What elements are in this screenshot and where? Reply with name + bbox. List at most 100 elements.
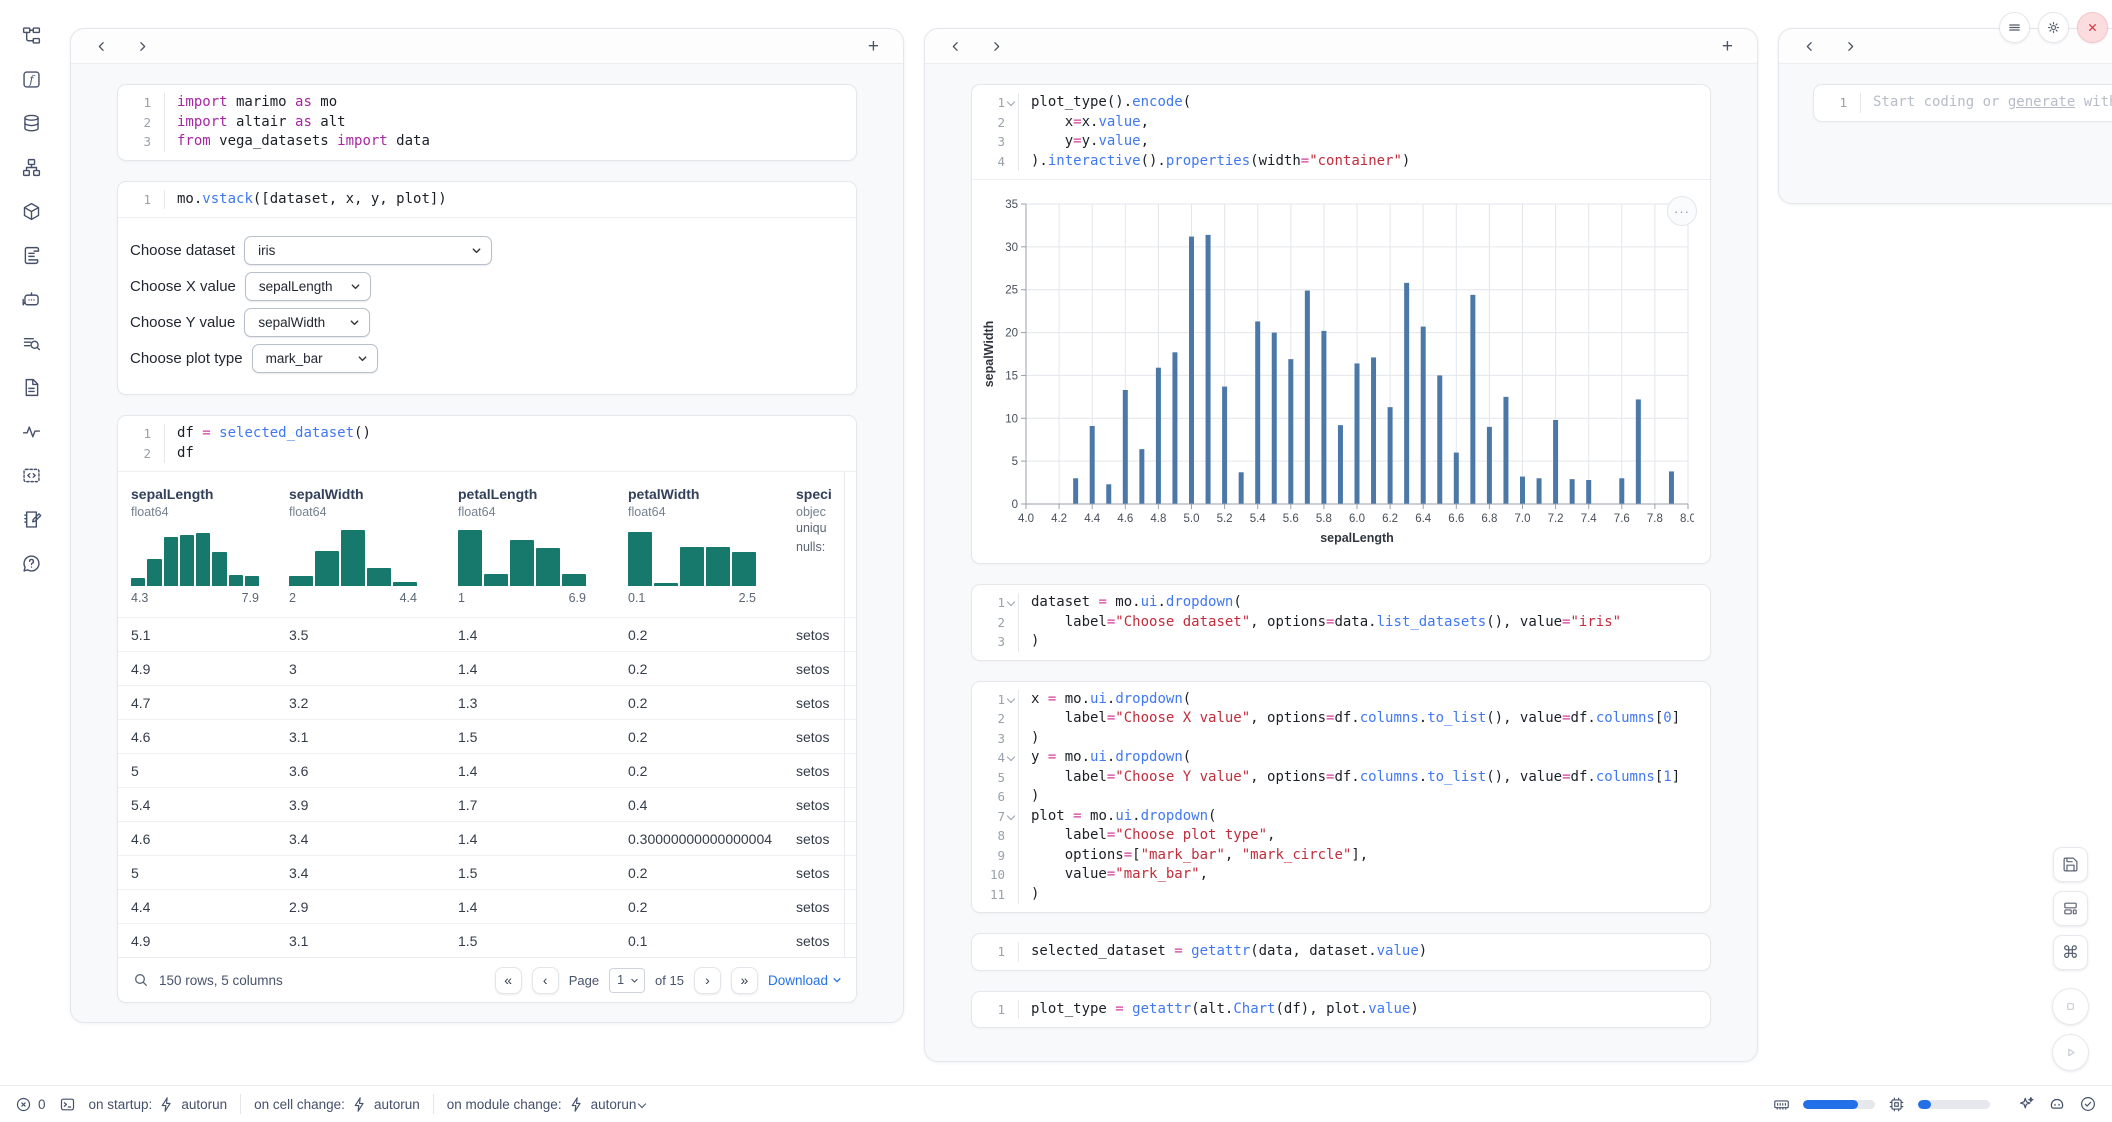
column-scroll-left-button[interactable] <box>1803 40 1816 53</box>
chevron-down-icon <box>832 975 842 985</box>
plot-type-widget-row: Choose plot type mark_bar <box>130 344 844 372</box>
on-cell-change-config[interactable]: on cell change: autorun <box>254 1096 420 1113</box>
ai-assistant-button[interactable] <box>2017 1095 2035 1113</box>
table-cell: 3.6 <box>289 763 458 779</box>
y-value-label: Choose Y value <box>130 314 235 331</box>
code-line: 3) <box>972 729 1710 749</box>
plot-code-editor[interactable]: 1plot_type().encode(2 x=x.value,3 y=y.va… <box>972 85 1710 179</box>
generate-link[interactable]: generate <box>2008 94 2075 110</box>
copilot-button[interactable] <box>2048 1095 2066 1113</box>
svg-text:15: 15 <box>1005 370 1018 382</box>
command-palette-button[interactable]: ⌘ <box>2053 935 2088 970</box>
column-scroll-right-button[interactable] <box>136 40 149 53</box>
floating-actions: ⌘ <box>2052 847 2089 1071</box>
sidebar-item-file-explorer[interactable] <box>18 22 45 49</box>
settings-button[interactable] <box>2038 12 2069 43</box>
fold-chevron-icon[interactable] <box>1005 593 1018 613</box>
sidebar-item-logs[interactable] <box>18 330 45 357</box>
first-page-button[interactable]: « <box>495 967 522 994</box>
empty-code-editor[interactable]: 1 Start coding or generate with <box>1814 85 2112 121</box>
vstack-code-editor[interactable]: 1mo.vstack([dataset, x, y, plot]) <box>118 182 856 218</box>
dependency-graph-icon <box>21 157 42 178</box>
cell-plot-type: 1plot_type = getattr(alt.Chart(df), plot… <box>971 991 1711 1029</box>
column-scroll-right-button[interactable] <box>990 40 1003 53</box>
sidebar-item-packages[interactable] <box>18 198 45 225</box>
code-line: 11) <box>972 885 1710 905</box>
controls-code-editor[interactable]: 1x = mo.ui.dropdown(2 label="Choose X va… <box>972 682 1710 913</box>
code-line: 1 Start coding or generate with <box>1814 93 2112 113</box>
sidebar-item-datasources[interactable] <box>18 110 45 137</box>
sidebar-item-help[interactable] <box>18 550 45 577</box>
sidebar-item-tracing[interactable] <box>18 418 45 445</box>
table-cell: 4.9 <box>131 933 289 949</box>
svg-text:5.8: 5.8 <box>1316 513 1332 525</box>
save-button[interactable] <box>2053 847 2088 882</box>
svg-text:5.6: 5.6 <box>1283 513 1299 525</box>
terminal-button[interactable] <box>59 1096 76 1113</box>
table-cell: 5 <box>131 865 289 881</box>
sidebar-item-scratchpad[interactable] <box>18 506 45 533</box>
table-cell: setos <box>796 797 856 813</box>
column-header-speci[interactable]: speciobjecuniqunulls: <box>796 486 856 605</box>
on-startup-config[interactable]: on startup: autorun <box>89 1096 228 1113</box>
add-cell-button[interactable]: + <box>1722 37 1733 56</box>
sparkles-icon <box>2017 1095 2035 1113</box>
page-select[interactable]: 1 <box>609 968 645 993</box>
column-header-petalWidth[interactable]: petalWidthfloat640.12.5 <box>628 486 796 605</box>
chart-actions-button[interactable]: ··· <box>1667 196 1697 226</box>
on-module-change-config[interactable]: on module change: autorun <box>447 1096 646 1113</box>
download-button[interactable]: Download <box>768 973 842 988</box>
df-code-editor[interactable]: 1df = selected_dataset()2df <box>118 416 856 471</box>
column-scroll-left-button[interactable] <box>95 40 108 53</box>
run-button[interactable] <box>2052 1034 2089 1071</box>
altair-chart[interactable]: 4.04.24.44.64.85.05.25.45.65.86.06.26.46… <box>980 196 1704 551</box>
x-value-select[interactable]: sepalLength <box>245 272 371 301</box>
add-cell-button[interactable]: + <box>868 37 879 56</box>
dataset-select[interactable]: iris <box>244 236 492 265</box>
imports-code-editor[interactable]: 1import marimo as mo2import altair as al… <box>118 85 856 160</box>
last-page-button[interactable]: » <box>731 967 758 994</box>
dataframe-table: sepalLengthfloat644.37.9sepalWidthfloat6… <box>118 471 856 1002</box>
layout-button[interactable] <box>2053 891 2088 926</box>
selected-dataset-code-editor[interactable]: 1selected_dataset = getattr(data, datase… <box>972 934 1710 970</box>
plot-type-select[interactable]: mark_bar <box>252 344 378 373</box>
dataset-code-editor[interactable]: 1dataset = mo.ui.dropdown(2 label="Choos… <box>972 585 1710 660</box>
cell-dataset-dropdown: 1dataset = mo.ui.dropdown(2 label="Choos… <box>971 584 1711 661</box>
sidebar-item-snippets-scroll[interactable] <box>18 242 45 269</box>
column-scroll-left-button[interactable] <box>949 40 962 53</box>
close-column-button[interactable] <box>2077 12 2108 43</box>
fold-chevron-icon[interactable] <box>1005 690 1018 710</box>
code-line: 2 label="Choose X value", options=df.col… <box>972 709 1710 729</box>
next-page-button[interactable]: › <box>694 967 721 994</box>
y-widget-row: Choose Y value sepalWidth <box>130 308 844 336</box>
svg-text:7.6: 7.6 <box>1614 513 1630 525</box>
column-header-sepalLength[interactable]: sepalLengthfloat644.37.9 <box>131 486 289 605</box>
chevron-down-icon <box>357 353 368 364</box>
sidebar-item-documentation[interactable] <box>18 374 45 401</box>
fold-chevron-icon[interactable] <box>1005 748 1018 768</box>
sidebar-item-marimo-file[interactable]: f <box>18 66 45 93</box>
fold-chevron-icon[interactable] <box>1005 807 1018 827</box>
fold-chevron-icon[interactable] <box>1005 93 1018 113</box>
cpu-usage-bar <box>1918 1100 1990 1109</box>
notebook-column-1: + 1import marimo as mo2import altair as … <box>70 28 904 1023</box>
table-cell: 0.2 <box>628 661 796 677</box>
table-cell: 0.4 <box>628 797 796 813</box>
table-cell: setos <box>796 661 856 677</box>
y-value-select[interactable]: sepalWidth <box>244 308 370 337</box>
error-indicator[interactable]: 0 <box>15 1096 46 1113</box>
sidebar-item-dependency-graph[interactable] <box>18 154 45 181</box>
column-scroll-right-button[interactable] <box>1844 40 1857 53</box>
plot-type-code-editor[interactable]: 1plot_type = getattr(alt.Chart(df), plot… <box>972 992 1710 1028</box>
stop-button[interactable] <box>2052 988 2089 1025</box>
x-widget-row: Choose X value sepalLength <box>130 272 844 300</box>
connection-status-button[interactable] <box>2079 1095 2097 1113</box>
column-header-petalLength[interactable]: petalLengthfloat6416.9 <box>458 486 628 605</box>
search-icon[interactable] <box>133 972 149 988</box>
sidebar-item-code-snippets[interactable] <box>18 462 45 489</box>
table-row: 4.63.41.40.30000000000000004setos <box>118 821 856 855</box>
column-header-sepalWidth[interactable]: sepalWidthfloat6424.4 <box>289 486 458 605</box>
sidebar-item-ai-chat[interactable] <box>18 286 45 313</box>
notebook-menu-button[interactable] <box>1999 12 2030 43</box>
prev-page-button[interactable]: ‹ <box>532 967 559 994</box>
